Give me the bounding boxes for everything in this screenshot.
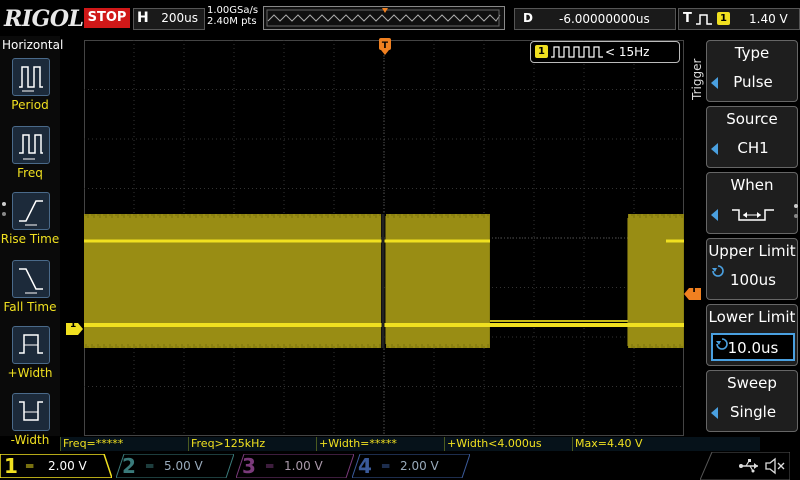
trigger-position-marker-icon[interactable]: T bbox=[378, 38, 392, 56]
left-menu-title: Horizontal bbox=[2, 38, 64, 52]
measure-rise-time-item[interactable]: Rise Time bbox=[0, 192, 60, 258]
measure-plus-width-item[interactable]: +Width bbox=[0, 326, 60, 392]
timebase-label: H bbox=[137, 10, 149, 26]
trigger-type-title: Type bbox=[734, 44, 770, 62]
delay-value: -6.00000000us bbox=[559, 12, 650, 26]
measure-fall-time-item[interactable]: Fall Time bbox=[0, 260, 60, 326]
adjust-knob-icon bbox=[716, 338, 728, 350]
channel-3-indicator[interactable]: 3 ═ 1.00 V bbox=[236, 454, 354, 478]
waveform-grid bbox=[83, 40, 684, 436]
brand-logo: RIGOL bbox=[4, 6, 84, 32]
trigger-lower-limit-title: Lower Limit bbox=[708, 308, 796, 326]
trigger-sweep-title: Sweep bbox=[727, 374, 777, 392]
menu-page-dot bbox=[794, 204, 798, 208]
period-icon bbox=[12, 58, 50, 96]
measure-minus-width-item[interactable]: -Width bbox=[0, 393, 60, 459]
trigger-lower-limit-softkey[interactable]: Lower Limit 10.0us bbox=[706, 304, 798, 366]
trigger-status-text: < 15Hz bbox=[605, 45, 650, 59]
minus-width-icon bbox=[12, 393, 50, 431]
waveform-display[interactable] bbox=[83, 40, 684, 436]
trigger-sweep-value: Single bbox=[729, 403, 777, 421]
channel-1-indicator[interactable]: 1 ═ 2.00 V bbox=[0, 454, 112, 478]
trigger-status-box: 1 < 15Hz bbox=[530, 41, 680, 63]
measure-period-label: Period bbox=[11, 98, 49, 112]
pulse-train-icon bbox=[551, 46, 603, 58]
freq-icon bbox=[12, 126, 50, 164]
trigger-indicator[interactable]: T 1 1.40 V bbox=[678, 8, 800, 30]
svg-text:T: T bbox=[382, 41, 389, 51]
measure-plus-width-label: +Width bbox=[7, 366, 53, 380]
dc-coupling-icon: ═ bbox=[382, 459, 390, 473]
ch1-offset-marker[interactable]: 1 bbox=[66, 320, 84, 335]
trigger-channel-badge: 1 bbox=[717, 12, 730, 25]
pulse-trigger-icon bbox=[696, 14, 712, 25]
plus-width-icon bbox=[12, 326, 50, 364]
trigger-upper-limit-title: Upper Limit bbox=[708, 242, 796, 260]
trigger-status-channel-badge: 1 bbox=[535, 45, 548, 58]
delay-label: D bbox=[523, 11, 533, 25]
softkey-arrow-icon bbox=[711, 209, 718, 221]
channel-1-number: 1 bbox=[4, 454, 18, 478]
channel-3-scale: 1.00 V bbox=[284, 459, 323, 473]
menu-page-dot bbox=[2, 202, 6, 206]
measurement-item[interactable]: Freq>125kHz bbox=[188, 437, 316, 451]
trigger-level: 1.40 V bbox=[749, 12, 788, 26]
measure-freq-label: Freq bbox=[17, 166, 43, 180]
run-stop-status[interactable]: STOP bbox=[84, 8, 130, 28]
trigger-level-marker[interactable]: T bbox=[684, 285, 702, 300]
measure-minus-width-label: -Width bbox=[10, 433, 50, 447]
ch1-offset-marker-label: 1 bbox=[70, 320, 77, 330]
delay-indicator[interactable]: D -6.00000000us bbox=[514, 8, 676, 30]
trigger-when-title: When bbox=[730, 176, 774, 194]
dc-coupling-icon: ═ bbox=[266, 459, 274, 473]
measurement-item[interactable]: +Width=***** bbox=[316, 437, 444, 451]
rise-time-icon bbox=[12, 192, 50, 230]
dc-coupling-icon: ═ bbox=[26, 459, 34, 473]
timebase-indicator[interactable]: H 200us bbox=[133, 8, 205, 30]
menu-page-dot bbox=[2, 212, 6, 216]
trigger-level-marker-label: T bbox=[691, 285, 698, 295]
trigger-upper-limit-value: 100us bbox=[730, 271, 776, 289]
measurement-item[interactable]: Freq=***** bbox=[60, 437, 188, 451]
sample-rate: 1.00GSa/s bbox=[207, 5, 259, 16]
usb-icon bbox=[739, 459, 758, 473]
channel-1-scale: 2.00 V bbox=[48, 459, 87, 473]
memory-overview[interactable] bbox=[263, 6, 505, 30]
measurement-item[interactable]: Max=4.40 V bbox=[572, 437, 700, 451]
trigger-label: T bbox=[683, 11, 692, 26]
trigger-source-title: Source bbox=[726, 110, 778, 128]
timebase-value: 200us bbox=[161, 11, 198, 25]
trigger-source-softkey[interactable]: Source CH1 bbox=[706, 106, 798, 168]
trigger-source-value: CH1 bbox=[737, 139, 769, 157]
measure-freq-item[interactable]: Freq bbox=[0, 126, 60, 192]
trigger-upper-limit-softkey[interactable]: Upper Limit 100us bbox=[706, 238, 798, 300]
channel-2-number: 2 bbox=[122, 454, 136, 478]
channel-2-scale: 5.00 V bbox=[164, 459, 203, 473]
trigger-type-value: Pulse bbox=[733, 73, 773, 91]
speaker-muted-icon[interactable] bbox=[764, 457, 786, 475]
pulse-width-condition-icon bbox=[732, 209, 774, 221]
menu-page-dot bbox=[794, 214, 798, 218]
channel-4-number: 4 bbox=[358, 454, 372, 478]
channel-2-indicator[interactable]: 2 ═ 5.00 V bbox=[116, 454, 234, 478]
acquisition-info: 1.00GSa/s 2.40M pts bbox=[207, 5, 258, 27]
measure-period-item[interactable]: Period bbox=[0, 58, 60, 124]
dc-coupling-icon: ═ bbox=[146, 459, 154, 473]
channel-4-indicator[interactable]: 4 ═ 2.00 V bbox=[352, 454, 470, 478]
trigger-when-softkey[interactable]: When bbox=[706, 172, 798, 234]
fall-time-icon bbox=[12, 260, 50, 298]
trigger-menu-label: Trigger bbox=[690, 58, 704, 100]
trigger-type-softkey[interactable]: Type Pulse bbox=[706, 40, 798, 102]
channel-3-number: 3 bbox=[242, 454, 256, 478]
measure-fall-time-label: Fall Time bbox=[3, 300, 57, 314]
channel-4-scale: 2.00 V bbox=[400, 459, 439, 473]
measure-rise-time-label: Rise Time bbox=[0, 232, 60, 246]
trigger-sweep-softkey[interactable]: Sweep Single bbox=[706, 370, 798, 432]
memory-depth: 2.40M pts bbox=[207, 16, 257, 27]
measurement-item[interactable]: +Width<4.000us bbox=[444, 437, 572, 451]
memory-overview-waveform bbox=[266, 8, 501, 27]
